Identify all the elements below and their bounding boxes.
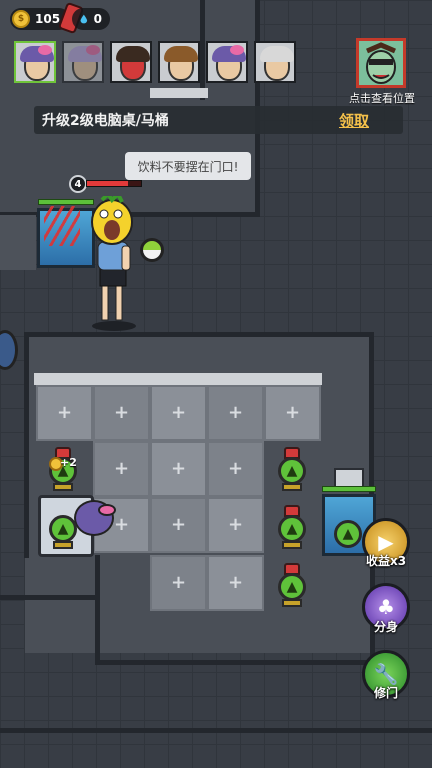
player-character[interactable]: [84, 196, 144, 331]
boss-portrait[interactable]: [356, 38, 406, 88]
plus-icon: +: [56, 402, 73, 423]
corridor-left-floor: [0, 215, 36, 270]
up-arrow-icon: ▲: [49, 515, 77, 543]
quest-text: 升级2级电脑桌/马桶: [42, 113, 169, 129]
plus-icon: +: [170, 572, 187, 593]
bow-icon: [38, 45, 52, 55]
water-drop-icon: [80, 14, 88, 24]
tile[interactable]: +: [207, 497, 264, 553]
portrait-girl-bow-faded[interactable]: [62, 41, 104, 83]
turret-base: [53, 483, 73, 491]
portrait-girl-bow[interactable]: [14, 41, 56, 83]
tile[interactable]: +: [207, 385, 264, 441]
portrait-old-man[interactable]: [254, 41, 296, 83]
turret-base: [282, 541, 302, 549]
door-turret[interactable]: ▲: [332, 510, 364, 554]
up-arrow-icon: ▲: [278, 515, 306, 543]
turret-base: [53, 541, 73, 549]
player-level-badge: 4: [69, 175, 87, 193]
ball-item-icon[interactable]: [140, 238, 164, 262]
quest-bar: 升级2级电脑桌/马桶 领取: [34, 106, 403, 134]
clone-icon: ♣: [377, 595, 395, 619]
plus-icon: +: [227, 514, 244, 535]
speech-bubble: 饮料不要摆在门口!: [125, 152, 251, 180]
right-turret-1[interactable]: ▲: [276, 447, 308, 491]
claw-marks-icon: [44, 206, 80, 246]
portrait-hair: [116, 46, 150, 62]
right-turret-2[interactable]: ▲: [276, 505, 308, 549]
water-value: 0: [93, 12, 102, 26]
tile[interactable]: +: [150, 441, 207, 497]
portrait-hair: [260, 46, 294, 62]
bow-icon: [86, 45, 100, 55]
plus-icon: +: [284, 402, 301, 423]
quest-claim-button[interactable]: 领取: [339, 110, 369, 131]
bottom-corridor-wall: [0, 728, 432, 743]
main-room-top-strip: [34, 373, 322, 385]
lower-left-wall: [0, 595, 100, 610]
turret-base: [282, 599, 302, 607]
tile[interactable]: +: [264, 385, 321, 441]
coin-icon: $: [12, 10, 30, 28]
up-arrow-icon: ▲: [278, 457, 306, 485]
tile[interactable]: +: [93, 441, 150, 497]
villain-portrait-icon: [359, 41, 403, 85]
portrait-girl-bow-2[interactable]: [206, 41, 248, 83]
portrait-red-hand-character[interactable]: [110, 41, 152, 83]
plus-icon: +: [113, 514, 130, 535]
right-turret-3[interactable]: ▲: [276, 563, 308, 607]
tile[interactable]: +: [93, 385, 150, 441]
up-arrow-icon: ▲: [334, 520, 362, 548]
plus-icon: +: [227, 458, 244, 479]
portrait-hair: [164, 46, 198, 62]
clone-label: 分身: [373, 620, 398, 634]
plus-icon: +: [227, 402, 244, 423]
left-turret-bottom[interactable]: ▲: [47, 505, 79, 549]
tile[interactable]: +: [150, 385, 207, 441]
boss-location-label[interactable]: 点击查看位置: [340, 90, 424, 106]
tile[interactable]: +: [36, 385, 93, 441]
plus-icon: +: [170, 514, 187, 535]
plus-icon: +: [170, 458, 187, 479]
wrench-icon: 🔧: [373, 662, 399, 686]
tile[interactable]: +: [207, 441, 264, 497]
water-counter: 0: [72, 8, 110, 30]
tile[interactable]: +: [150, 497, 207, 553]
plus-icon: +: [113, 458, 130, 479]
turret-base: [282, 483, 302, 491]
plus-icon: +: [227, 572, 244, 593]
coin-value: 105: [35, 12, 61, 26]
plus-icon: +: [113, 402, 130, 423]
tile[interactable]: +: [207, 555, 264, 611]
video-coin-icon: ▶: [378, 530, 394, 554]
door-health-bar: [322, 486, 376, 492]
upgrade-count-label: +2: [60, 456, 77, 469]
sleeping-character-bow-icon: [98, 504, 116, 516]
up-arrow-icon: ▲: [278, 573, 306, 601]
player-hp-bar: [86, 180, 142, 187]
plus-icon: +: [170, 402, 187, 423]
tile[interactable]: +: [150, 555, 207, 611]
bow-icon: [230, 45, 244, 55]
top-strip: [150, 88, 208, 98]
player-hp-fill: [87, 181, 128, 186]
repair-door-label: 修门: [373, 686, 398, 700]
door-sign-icon: [334, 468, 364, 488]
portrait-brown-hair-girl[interactable]: [158, 41, 200, 83]
income-x3-label: 收益x3: [365, 554, 407, 568]
